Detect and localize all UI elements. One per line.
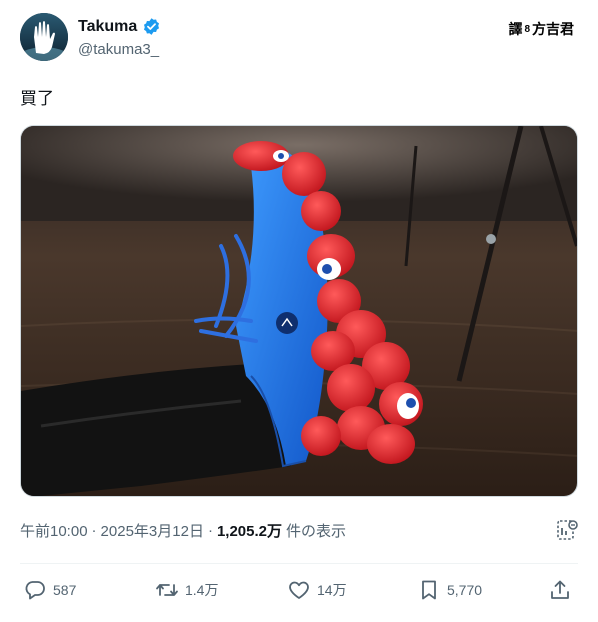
post-time[interactable]: 午前10:00 xyxy=(20,520,88,541)
like-button[interactable]: 14万 xyxy=(287,578,347,602)
share-button[interactable] xyxy=(548,578,572,602)
bookmark-count: 5,770 xyxy=(447,582,483,598)
action-bar: 587 1.4万 14万 5,770 xyxy=(20,578,580,608)
post-date[interactable]: 2025年3月12日 xyxy=(101,520,204,541)
bookmark-icon xyxy=(422,580,436,600)
name-row: Takuma xyxy=(78,17,161,36)
avatar[interactable] xyxy=(20,13,68,61)
display-name[interactable]: Takuma xyxy=(78,18,137,36)
view-count: 1,205.2万 xyxy=(216,523,282,540)
heart-icon xyxy=(289,581,309,599)
bookmark-button[interactable]: 5,770 xyxy=(417,578,482,602)
reply-button[interactable]: 587 xyxy=(23,578,76,602)
handle[interactable]: @takuma3_ xyxy=(78,41,159,58)
view-label: 件の表示 xyxy=(286,523,347,540)
reply-icon xyxy=(25,581,45,600)
meta-separator: · xyxy=(207,522,213,539)
translator-watermark: 譯 8 方吉君 xyxy=(508,19,574,39)
reply-count: 587 xyxy=(53,582,77,598)
divider xyxy=(20,563,578,564)
watermark-prefix: 譯 xyxy=(508,21,523,37)
analytics-icon[interactable] xyxy=(555,518,579,542)
watermark-separator: 8 xyxy=(524,23,530,35)
share-icon xyxy=(551,580,569,599)
tweet-text: 買了 xyxy=(20,89,54,108)
watermark-name: 方吉君 xyxy=(532,21,574,37)
retweet-count: 1.4万 xyxy=(185,582,219,598)
like-count: 14万 xyxy=(317,582,347,598)
tweet-photo[interactable] xyxy=(20,125,578,497)
retweet-icon xyxy=(156,584,178,596)
meta-separator: · xyxy=(91,522,97,539)
retweet-button[interactable]: 1.4万 xyxy=(155,578,218,602)
verified-badge-icon xyxy=(144,18,160,35)
avatar-hand-image xyxy=(20,13,68,61)
shoe-photo xyxy=(21,126,577,496)
tweet-meta: 午前10:00 · 2025年3月12日 · 1,205.2万 件の表示 xyxy=(20,520,346,541)
tweet-header: Takuma @takuma3_ 譯 8 方吉君 xyxy=(20,13,580,63)
